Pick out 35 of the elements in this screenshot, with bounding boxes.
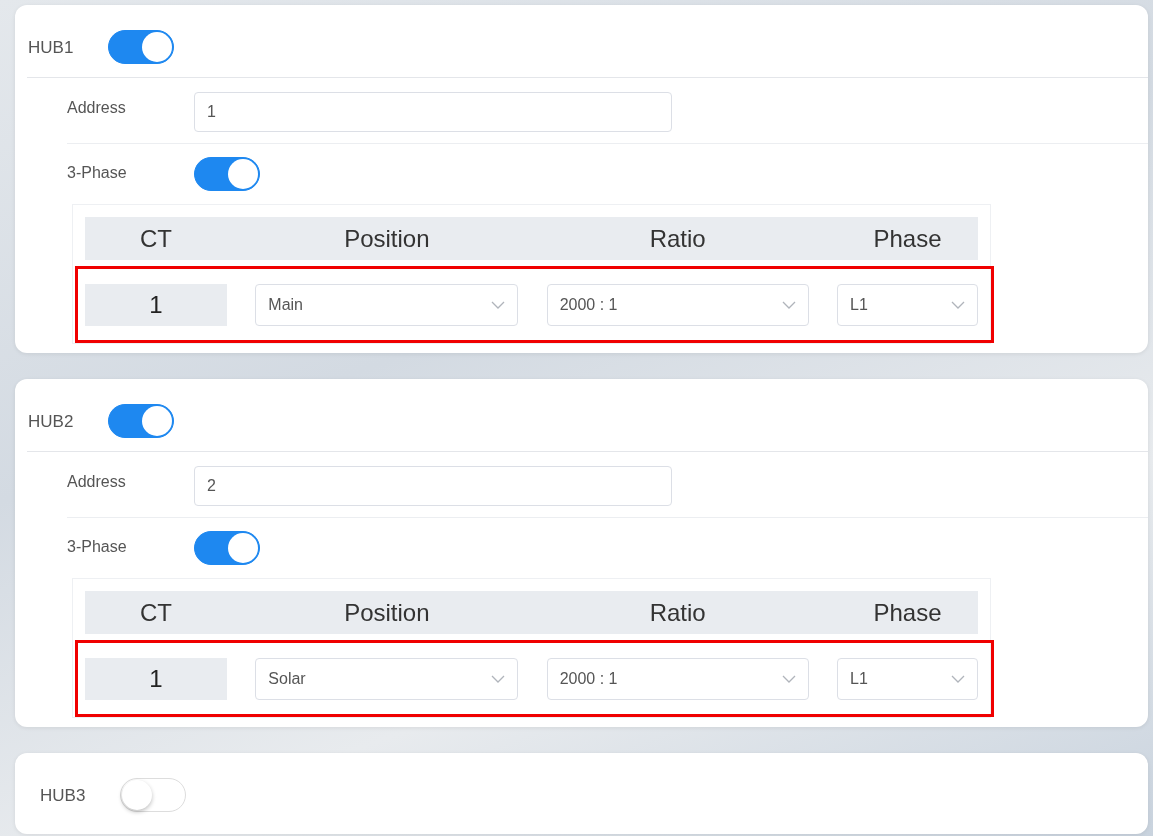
caret-icon bbox=[781, 301, 796, 309]
column-header: Ratio bbox=[648, 224, 707, 253]
hub-title: HUB1 bbox=[28, 38, 75, 58]
hub-title: HUB2 bbox=[28, 412, 75, 432]
hub-title: HUB3 bbox=[40, 786, 87, 806]
address-field[interactable]: 1 bbox=[194, 92, 672, 132]
caret-icon bbox=[491, 675, 506, 683]
dropdown[interactable]: 2000 : 1 bbox=[546, 658, 809, 700]
toggle-switch[interactable] bbox=[108, 404, 174, 438]
column-header: CT bbox=[139, 224, 173, 253]
dropdown[interactable]: L1 bbox=[837, 658, 978, 700]
dropdown[interactable]: Solar bbox=[255, 658, 519, 700]
caret-icon bbox=[491, 301, 506, 309]
column-header: Phase bbox=[872, 598, 943, 627]
dropdown[interactable]: 2000 : 1 bbox=[546, 284, 809, 326]
field-label: 3-Phase bbox=[67, 538, 128, 556]
toggle-switch[interactable] bbox=[194, 531, 260, 565]
ct-number: 1 bbox=[85, 284, 227, 326]
column-header: Phase bbox=[872, 224, 943, 253]
column-header: Ratio bbox=[648, 598, 707, 627]
address-field[interactable]: 2 bbox=[194, 466, 672, 506]
dropdown[interactable]: Main bbox=[255, 284, 519, 326]
field-label: Address bbox=[67, 473, 127, 491]
ct-number: 1 bbox=[85, 658, 227, 700]
toggle-switch[interactable] bbox=[108, 30, 174, 64]
caret-icon bbox=[781, 675, 796, 683]
caret-icon bbox=[951, 301, 965, 309]
toggle-switch[interactable] bbox=[194, 157, 260, 191]
column-header: CT bbox=[139, 598, 173, 627]
caret-icon bbox=[951, 675, 965, 683]
column-header: Position bbox=[343, 224, 431, 253]
column-header: Position bbox=[343, 598, 431, 627]
field-label: Address bbox=[67, 99, 127, 117]
dropdown[interactable]: L1 bbox=[837, 284, 978, 326]
field-label: 3-Phase bbox=[67, 164, 128, 182]
